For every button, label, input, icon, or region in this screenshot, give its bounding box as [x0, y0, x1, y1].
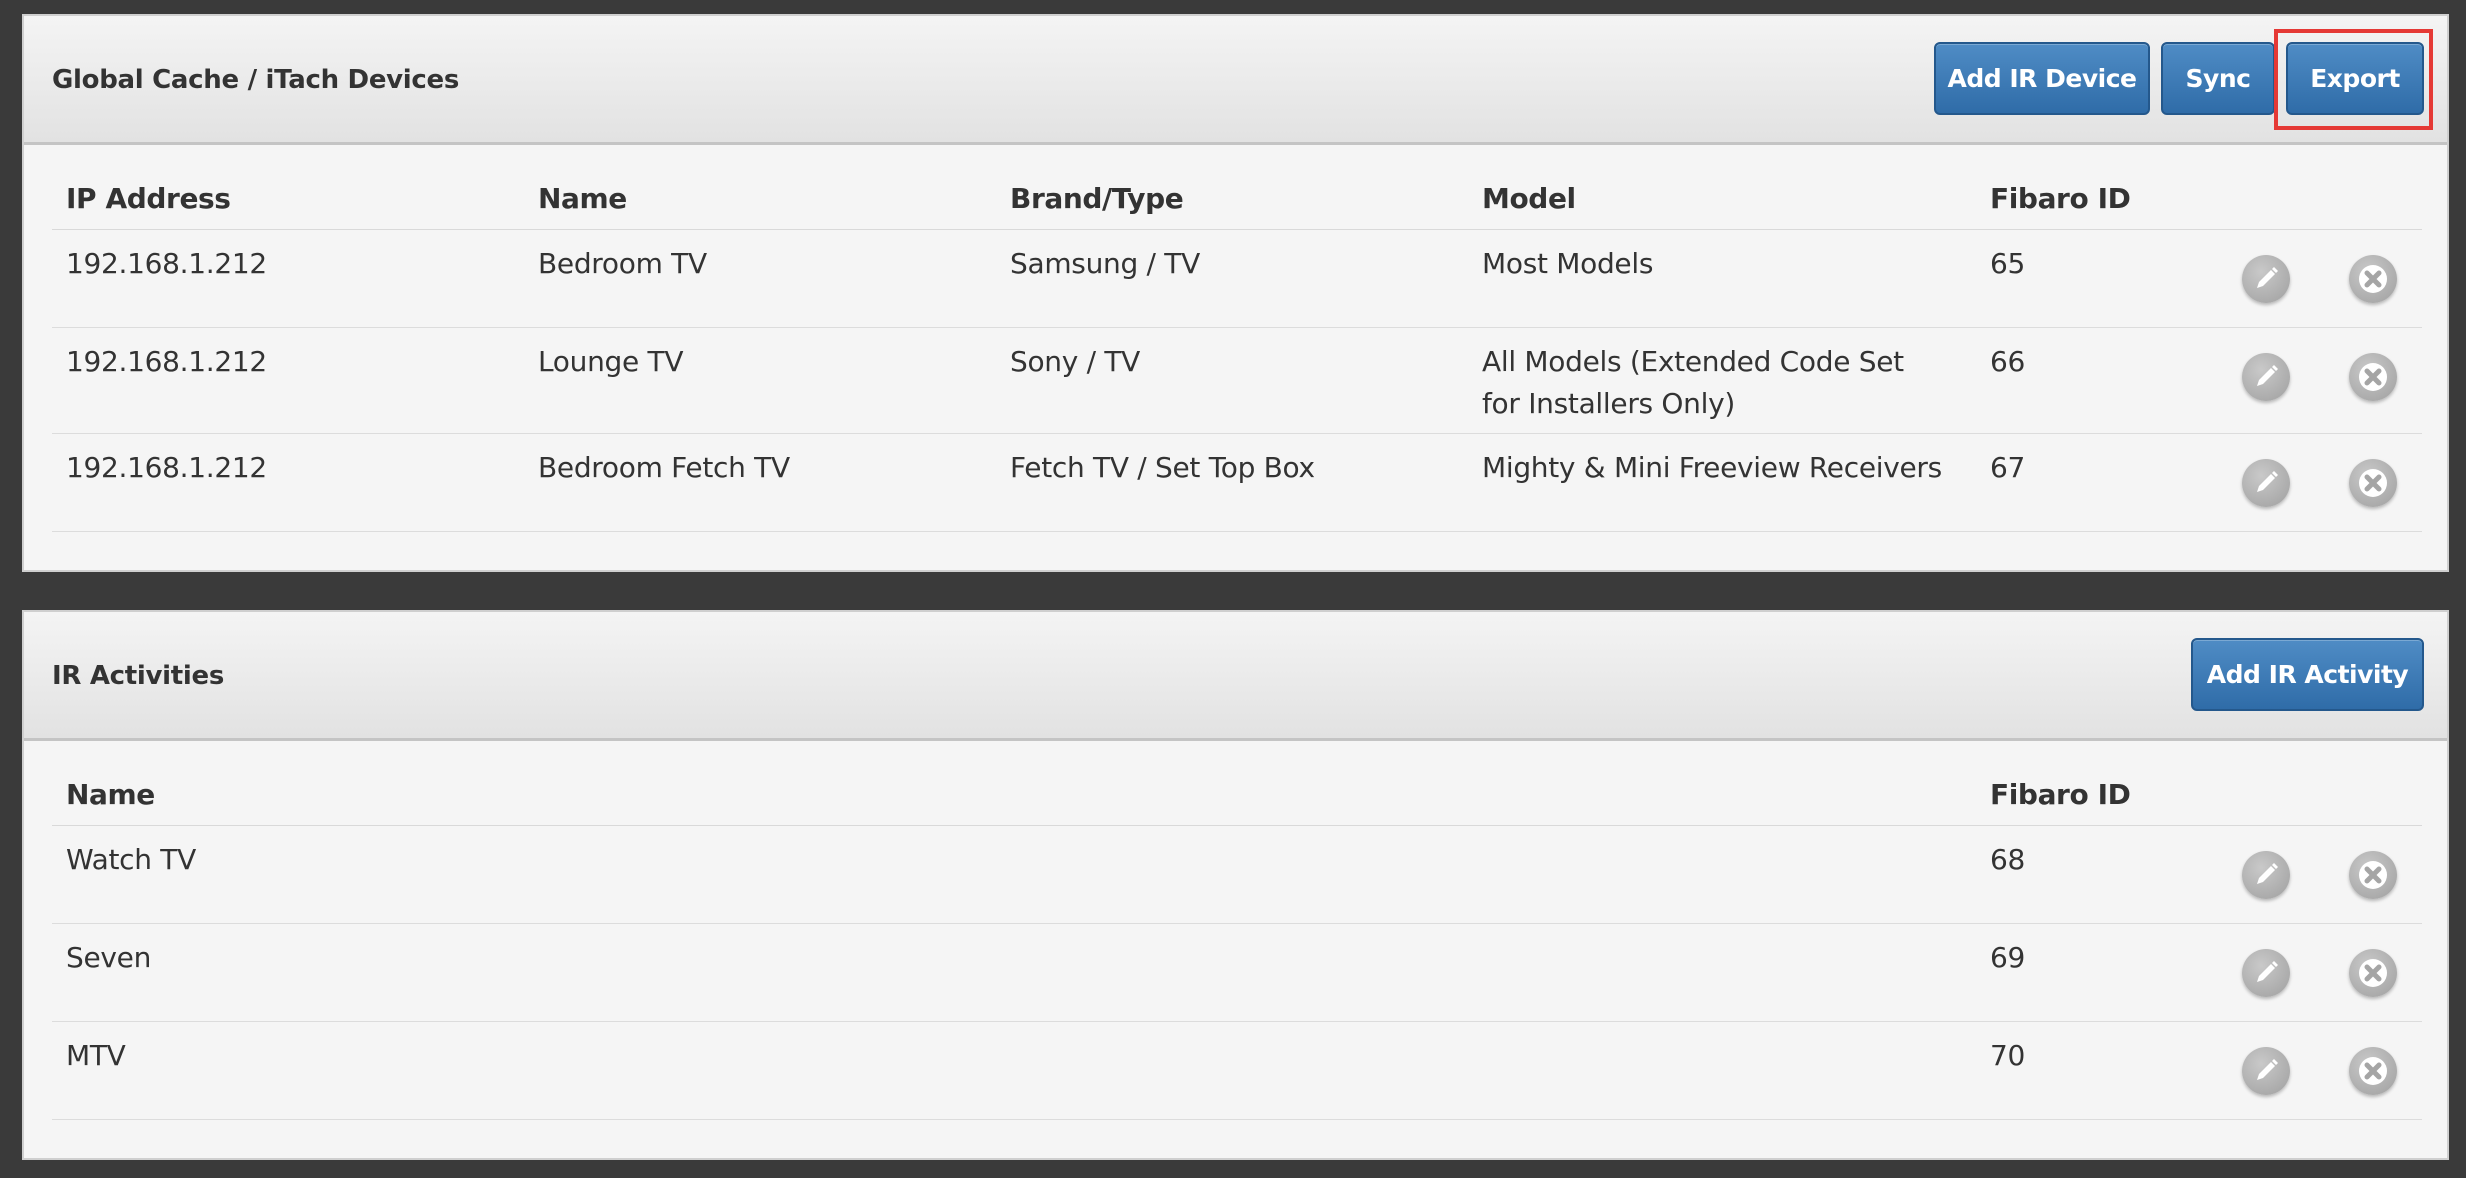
cell-fibaro-id: 67: [1990, 451, 2026, 484]
column-header-model: Model: [1482, 182, 1576, 215]
activities-table-header: Name Fibaro ID: [52, 741, 2422, 826]
table-row: Watch TV 68: [52, 826, 2422, 924]
cell-model: Most Models: [1482, 247, 1654, 280]
cell-fibaro-id: 70: [1990, 1039, 2026, 1072]
cell-fibaro-id: 66: [1990, 345, 2026, 378]
column-header-ip-address: IP Address: [66, 182, 231, 215]
add-ir-device-button[interactable]: Add IR Device: [1934, 42, 2150, 115]
column-header-name: Name: [538, 182, 627, 215]
pencil-icon[interactable]: [2242, 851, 2290, 899]
cell-model: Mighty & Mini Freeview Receivers: [1482, 451, 1942, 484]
cell-brand-type: Sony / TV: [1010, 345, 1141, 378]
cell-ip-address: 192.168.1.212: [66, 451, 267, 484]
close-icon[interactable]: [2349, 1047, 2397, 1095]
close-icon[interactable]: [2349, 851, 2397, 899]
pencil-icon[interactable]: [2242, 949, 2290, 997]
column-header-fibaro-id: Fibaro ID: [1990, 182, 2131, 215]
activities-table: Name Fibaro ID Watch TV 68 Seven 69 MTV: [52, 741, 2422, 1120]
column-header-brand-type: Brand/Type: [1010, 182, 1184, 215]
devices-table: IP Address Name Brand/Type Model Fibaro …: [52, 145, 2422, 532]
cell-fibaro-id: 65: [1990, 247, 2026, 280]
devices-panel-header: Global Cache / iTach Devices Add IR Devi…: [24, 16, 2447, 145]
cell-name: Lounge TV: [538, 345, 684, 378]
add-ir-activity-button[interactable]: Add IR Activity: [2191, 638, 2424, 711]
cell-name: Bedroom Fetch TV: [538, 451, 790, 484]
pencil-icon[interactable]: [2242, 255, 2290, 303]
activities-panel-header: IR Activities Add IR Activity: [24, 612, 2447, 741]
pencil-icon[interactable]: [2242, 459, 2290, 507]
table-row: Seven 69: [52, 924, 2422, 1022]
cell-name: MTV: [66, 1039, 126, 1072]
activities-panel: IR Activities Add IR Activity Name Fibar…: [22, 610, 2449, 1160]
table-row: MTV 70: [52, 1022, 2422, 1120]
cell-name: Watch TV: [66, 843, 196, 876]
export-button[interactable]: Export: [2286, 42, 2424, 115]
cell-fibaro-id: 68: [1990, 843, 2026, 876]
table-row: 192.168.1.212 Bedroom TV Samsung / TV Mo…: [52, 230, 2422, 328]
table-row: 192.168.1.212 Bedroom Fetch TV Fetch TV …: [52, 434, 2422, 532]
cell-name: Seven: [66, 941, 152, 974]
cell-model: All Models (Extended Code Set for Instal…: [1482, 345, 1904, 420]
close-icon[interactable]: [2349, 459, 2397, 507]
table-row: 192.168.1.212 Lounge TV Sony / TV All Mo…: [52, 328, 2422, 434]
devices-table-header: IP Address Name Brand/Type Model Fibaro …: [52, 145, 2422, 230]
cell-fibaro-id: 69: [1990, 941, 2026, 974]
close-icon[interactable]: [2349, 353, 2397, 401]
devices-panel: Global Cache / iTach Devices Add IR Devi…: [22, 14, 2449, 572]
column-header-fibaro-id: Fibaro ID: [1990, 778, 2131, 811]
pencil-icon[interactable]: [2242, 1047, 2290, 1095]
close-icon[interactable]: [2349, 255, 2397, 303]
sync-button[interactable]: Sync: [2161, 42, 2275, 115]
column-header-name: Name: [66, 778, 155, 811]
cell-name: Bedroom TV: [538, 247, 707, 280]
pencil-icon[interactable]: [2242, 353, 2290, 401]
close-icon[interactable]: [2349, 949, 2397, 997]
cell-ip-address: 192.168.1.212: [66, 247, 267, 280]
devices-panel-title: Global Cache / iTach Devices: [52, 65, 460, 95]
activities-panel-title: IR Activities: [52, 661, 225, 691]
cell-ip-address: 192.168.1.212: [66, 345, 267, 378]
cell-brand-type: Fetch TV / Set Top Box: [1010, 451, 1315, 484]
cell-brand-type: Samsung / TV: [1010, 247, 1200, 280]
